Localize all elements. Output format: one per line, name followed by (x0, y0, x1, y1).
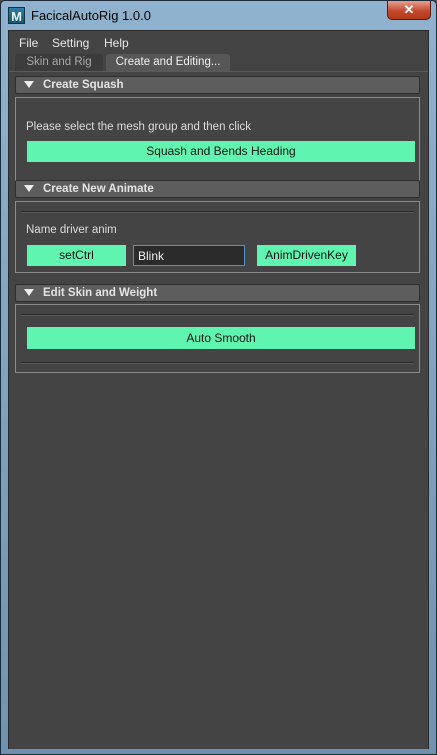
section-header-create-new-animate[interactable]: Create New Animate (15, 180, 420, 198)
close-button[interactable]: ✕ (387, 1, 431, 20)
close-icon: ✕ (403, 2, 415, 17)
section-header-edit-skin-weight[interactable]: Edit Skin and Weight (15, 284, 420, 302)
separator (21, 211, 414, 213)
driver-anim-label: Name driver anim (26, 224, 117, 236)
window-title: FacicalAutoRig 1.0.0 (31, 8, 151, 23)
section-body-create-new-animate: Name driver anim setCtrl AnimDrivenKey (15, 201, 420, 273)
menu-help[interactable]: Help (104, 36, 129, 50)
section-title: Edit Skin and Weight (43, 287, 158, 299)
tab-create-and-editing[interactable]: Create and Editing... (106, 54, 230, 71)
collapse-triangle-icon[interactable] (24, 185, 34, 192)
tab-bar: Skin and Rig Create and Editing... (9, 54, 428, 71)
client-area: File Setting Help Skin and Rig Create an… (8, 30, 429, 749)
squash-instruction: Please select the mesh group and then cl… (26, 121, 252, 133)
auto-smooth-button[interactable]: Auto Smooth (27, 327, 415, 349)
app-window: M FacicalAutoRig 1.0.0 ✕ File Setting He… (0, 0, 437, 755)
section-body-edit-skin-weight: Auto Smooth (15, 304, 420, 373)
section-body-create-squash: Please select the mesh group and then cl… (15, 97, 420, 181)
collapse-triangle-icon[interactable] (24, 81, 34, 88)
driver-anim-input[interactable] (133, 245, 245, 266)
separator (21, 362, 414, 364)
menu-setting[interactable]: Setting (52, 36, 89, 50)
menu-bar: File Setting Help (9, 31, 428, 53)
set-ctrl-button[interactable]: setCtrl (27, 245, 126, 266)
collapse-triangle-icon[interactable] (24, 289, 34, 296)
section-title: Create Squash (43, 79, 124, 91)
section-header-create-squash[interactable]: Create Squash (15, 76, 420, 94)
tab-skin-and-rig[interactable]: Skin and Rig (15, 54, 103, 71)
maya-app-icon: M (8, 7, 25, 24)
menu-file[interactable]: File (19, 36, 38, 50)
separator (21, 314, 414, 316)
squash-and-bends-button[interactable]: Squash and Bends Heading (27, 141, 415, 162)
title-bar[interactable]: M FacicalAutoRig 1.0.0 ✕ (1, 1, 436, 29)
tab-content: Create Squash Please select the mesh gro… (9, 71, 428, 749)
anim-driven-key-button[interactable]: AnimDrivenKey (257, 245, 356, 266)
section-title: Create New Animate (43, 183, 154, 195)
